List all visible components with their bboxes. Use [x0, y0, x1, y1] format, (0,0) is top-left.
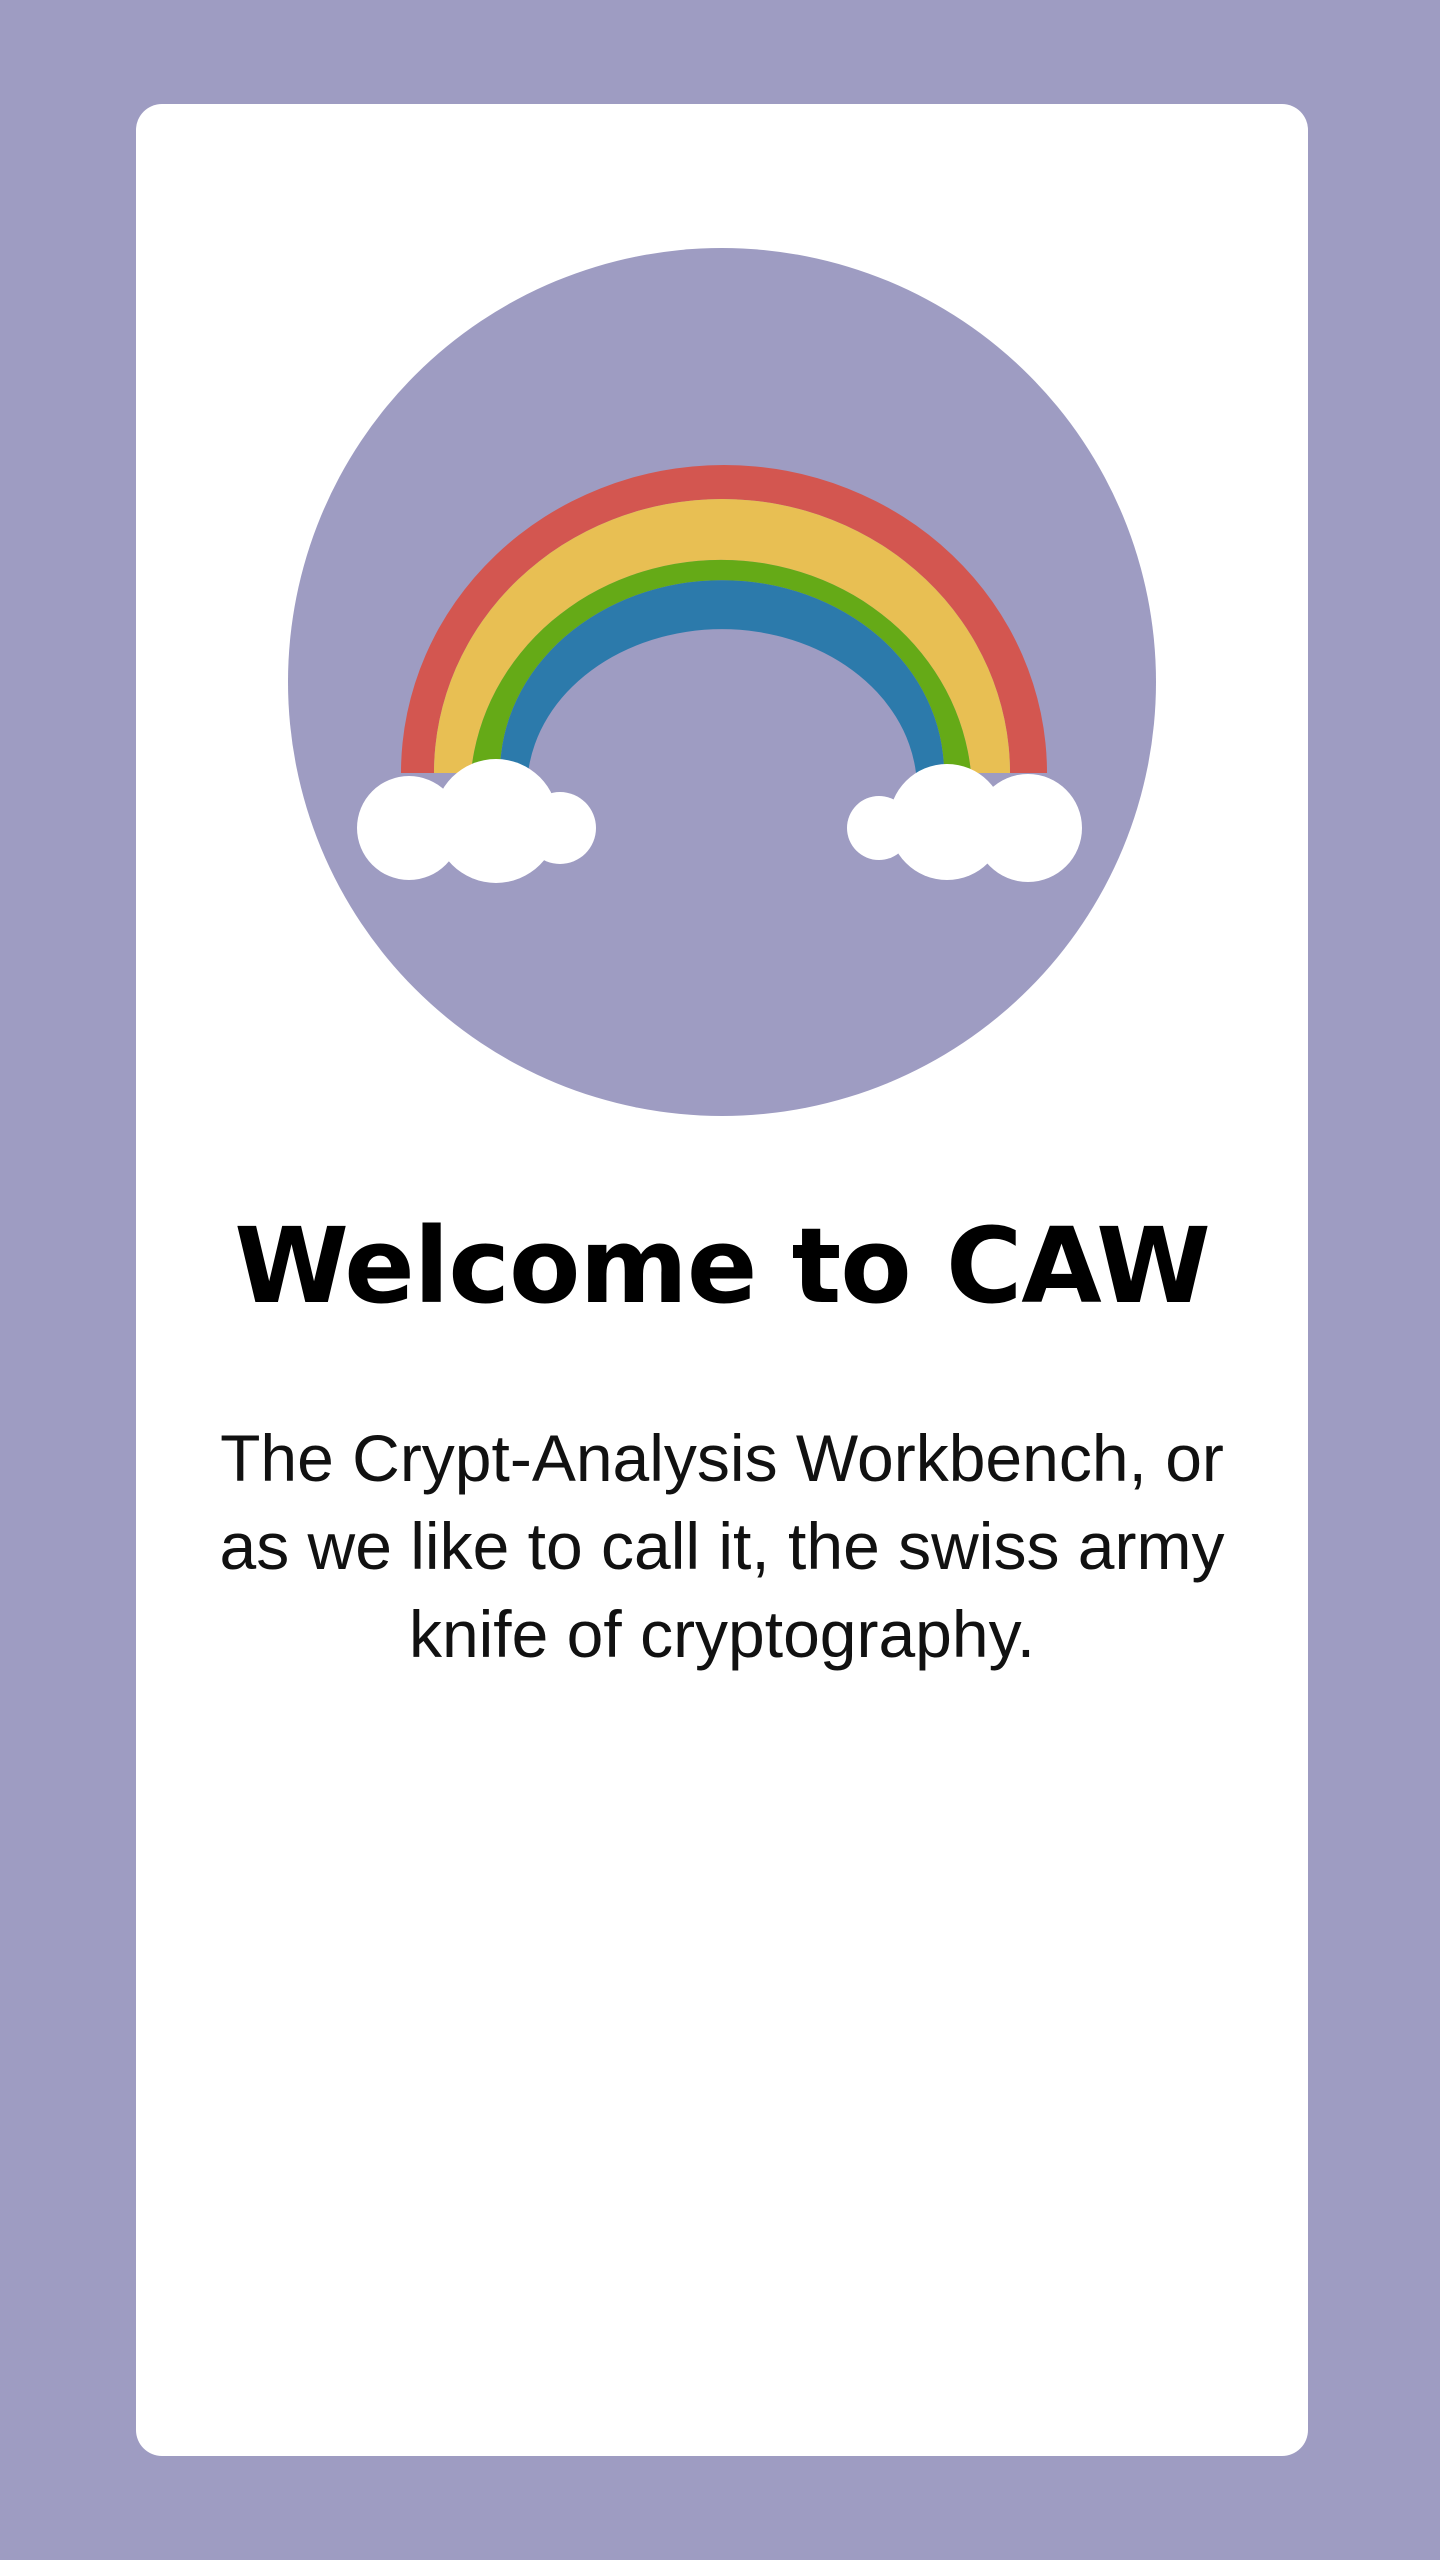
- welcome-description: The Crypt-Analysis Workbench, or as we l…: [219, 1421, 1225, 1671]
- welcome-title: Welcome to CAW: [234, 1205, 1211, 1327]
- hero-illustration: [288, 248, 1156, 1116]
- rainbow-with-clouds-icon: [288, 248, 1156, 1116]
